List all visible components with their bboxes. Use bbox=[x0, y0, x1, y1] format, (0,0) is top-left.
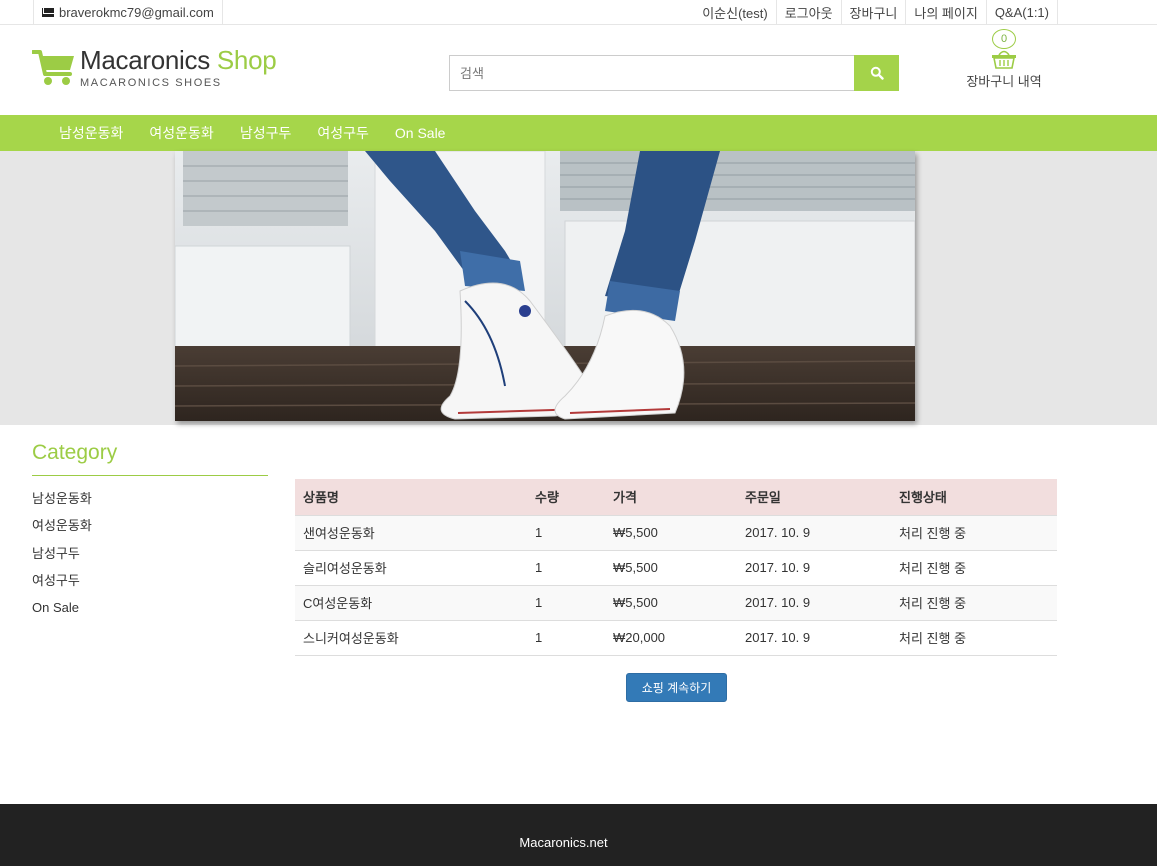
nav-item-womens-sneakers[interactable]: 여성운동화 bbox=[149, 123, 213, 143]
main-nav: 남성운동화 여성운동화 남성구두 여성구두 On Sale bbox=[0, 115, 1157, 151]
contact-email: braverokmc79@gmail.com bbox=[33, 0, 223, 24]
cell-price: ₩5,500 bbox=[605, 515, 737, 551]
nav-item-on-sale[interactable]: On Sale bbox=[395, 125, 446, 141]
header-order-date: 주문일 bbox=[737, 479, 891, 516]
my-page-link[interactable]: 나의 페이지 bbox=[905, 0, 985, 24]
cell-quantity: 1 bbox=[527, 550, 605, 586]
cell-price: ₩5,500 bbox=[605, 550, 737, 586]
search-button[interactable] bbox=[854, 55, 899, 91]
cell-product-name: 슬리여성운동화 bbox=[295, 550, 527, 586]
basket-icon bbox=[992, 50, 1016, 69]
cell-price: ₩20,000 bbox=[605, 620, 737, 656]
search-bar bbox=[449, 55, 899, 91]
header-price: 가격 bbox=[605, 479, 737, 516]
logo-title: Macaronics Shop bbox=[80, 45, 277, 75]
site-logo[interactable]: Macaronics Shop MACARONICS SHOES bbox=[32, 45, 277, 89]
cell-quantity: 1 bbox=[527, 515, 605, 551]
footer-text: Macaronics.net bbox=[519, 835, 608, 850]
header-status: 진행상태 bbox=[891, 479, 1057, 516]
nav-item-womens-shoes[interactable]: 여성구두 bbox=[317, 123, 369, 143]
shopping-cart-icon bbox=[32, 50, 74, 85]
hero-banner-image bbox=[175, 151, 915, 421]
cell-product-name: C여성운동화 bbox=[295, 585, 527, 621]
order-history-table: 상품명 수량 가격 주문일 진행상태 샌여성운동화 1 ₩5,500 2017.… bbox=[295, 479, 1057, 656]
category-item-mens-sneakers[interactable]: 남성운동화 bbox=[32, 489, 92, 516]
cell-quantity: 1 bbox=[527, 620, 605, 656]
category-divider bbox=[32, 475, 268, 476]
cell-status: 처리 진행 중 bbox=[891, 620, 1057, 656]
cell-status: 처리 진행 중 bbox=[891, 585, 1057, 621]
category-item-womens-sneakers[interactable]: 여성운동화 bbox=[32, 516, 92, 543]
category-item-womens-shoes[interactable]: 여성구두 bbox=[32, 571, 92, 598]
cell-order-date: 2017. 10. 9 bbox=[737, 620, 891, 656]
qa-link[interactable]: Q&A(1:1) bbox=[985, 0, 1058, 24]
table-row: 스니커여성운동화 1 ₩20,000 2017. 10. 9 처리 진행 중 bbox=[295, 620, 1057, 656]
category-list: 남성운동화 여성운동화 남성구두 여성구두 On Sale bbox=[32, 489, 92, 625]
cell-status: 처리 진행 중 bbox=[891, 550, 1057, 586]
top-links: 이순신(test) 로그아웃 장바구니 나의 페이지 Q&A(1:1) bbox=[694, 0, 1058, 24]
cart-count-badge: 0 bbox=[992, 29, 1016, 49]
cart-label: 장바구니 내역 bbox=[966, 74, 1042, 89]
cell-quantity: 1 bbox=[527, 585, 605, 621]
logout-link[interactable]: 로그아웃 bbox=[775, 0, 841, 24]
email-text: braverokmc79@gmail.com bbox=[59, 4, 214, 20]
category-item-mens-shoes[interactable]: 남성구두 bbox=[32, 544, 92, 571]
user-link[interactable]: 이순신(test) bbox=[694, 0, 776, 24]
table-row: 샌여성운동화 1 ₩5,500 2017. 10. 9 처리 진행 중 bbox=[295, 515, 1057, 551]
logo-subtitle: MACARONICS SHOES bbox=[80, 77, 222, 89]
category-item-on-sale[interactable]: On Sale bbox=[32, 598, 92, 625]
header-quantity: 수량 bbox=[527, 479, 605, 516]
cell-price: ₩5,500 bbox=[605, 585, 737, 621]
nav-item-mens-shoes[interactable]: 남성구두 bbox=[240, 123, 292, 143]
search-icon bbox=[870, 66, 884, 80]
continue-shopping-button[interactable]: 쇼핑 계속하기 bbox=[626, 673, 727, 702]
cart-link[interactable]: 장바구니 bbox=[840, 0, 906, 24]
site-footer: Macaronics.net bbox=[0, 804, 1157, 866]
nav-item-mens-sneakers[interactable]: 남성운동화 bbox=[59, 123, 123, 143]
search-input[interactable] bbox=[449, 55, 855, 91]
cell-status: 처리 진행 중 bbox=[891, 515, 1057, 551]
cell-order-date: 2017. 10. 9 bbox=[737, 550, 891, 586]
table-row: C여성운동화 1 ₩5,500 2017. 10. 9 처리 진행 중 bbox=[295, 585, 1057, 621]
table-row: 슬리여성운동화 1 ₩5,500 2017. 10. 9 처리 진행 중 bbox=[295, 550, 1057, 586]
cell-product-name: 샌여성운동화 bbox=[295, 515, 527, 551]
cell-order-date: 2017. 10. 9 bbox=[737, 585, 891, 621]
top-bar: braverokmc79@gmail.com 이순신(test) 로그아웃 장바… bbox=[0, 0, 1157, 25]
envelope-icon bbox=[42, 7, 54, 17]
cell-product-name: 스니커여성운동화 bbox=[295, 620, 527, 656]
category-title: Category bbox=[32, 441, 118, 464]
cell-order-date: 2017. 10. 9 bbox=[737, 515, 891, 551]
table-header-row: 상품명 수량 가격 주문일 진행상태 bbox=[295, 479, 1057, 516]
header-product-name: 상품명 bbox=[295, 479, 527, 516]
